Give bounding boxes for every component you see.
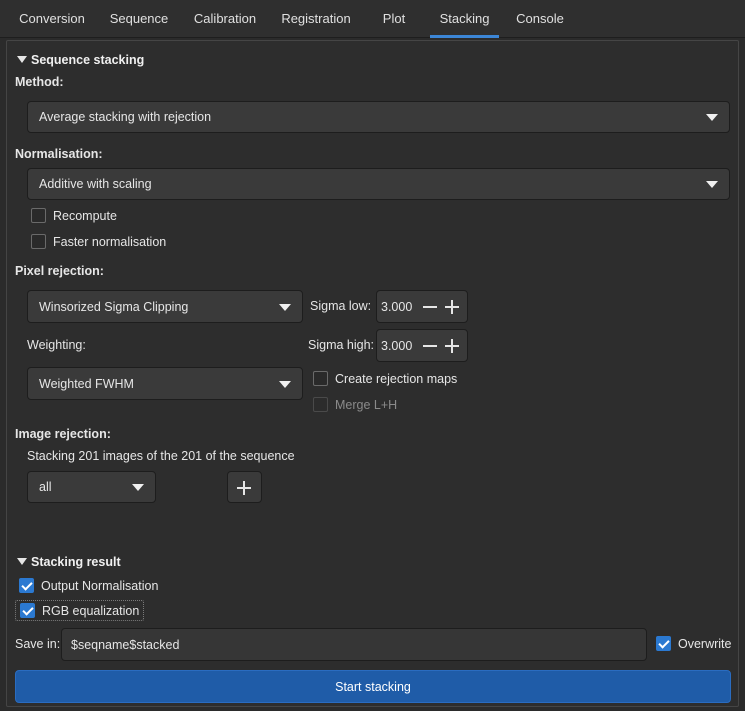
output-normalisation-checkbox[interactable]: Output Normalisation: [19, 578, 158, 593]
minus-icon[interactable]: [419, 293, 441, 321]
rgb-equalization-label: RGB equalization: [42, 603, 140, 618]
checkbox-icon: [31, 234, 46, 249]
faster-normalisation-checkbox[interactable]: Faster normalisation: [31, 234, 166, 249]
weighting-combo[interactable]: Weighted FWHM: [27, 367, 303, 400]
create-rejection-maps-checkbox[interactable]: Create rejection maps: [313, 371, 457, 386]
create-rejection-maps-label: Create rejection maps: [335, 371, 458, 386]
chevron-down-icon: [279, 380, 291, 388]
sigma-high-value[interactable]: 3.000: [377, 339, 419, 353]
checkbox-checked-icon: [20, 603, 35, 618]
method-label: Method:: [15, 75, 64, 89]
overwrite-checkbox[interactable]: Overwrite: [656, 636, 731, 651]
pixel-rejection-label: Pixel rejection:: [15, 264, 104, 278]
save-in-label: Save in:: [15, 637, 61, 651]
checkbox-checked-icon: [656, 636, 671, 651]
checkbox-icon: [31, 208, 46, 223]
rejection-algorithm-combo[interactable]: Winsorized Sigma Clipping: [27, 290, 303, 323]
stacking-result-title: Stacking result: [31, 555, 121, 569]
tab-console[interactable]: Console: [506, 0, 574, 38]
image-rejection-label: Image rejection:: [15, 427, 111, 441]
sigma-low-spinbox[interactable]: 3.000: [376, 290, 468, 323]
merge-lrgb-checkbox: Merge L+H: [313, 397, 397, 412]
chevron-down-icon: [132, 484, 144, 491]
recompute-label: Recompute: [53, 208, 117, 223]
tab-plot[interactable]: Plot: [366, 0, 422, 38]
start-stacking-button[interactable]: Start stacking: [15, 670, 731, 703]
sigma-low-value[interactable]: 3.000: [377, 300, 419, 314]
normalisation-label: Normalisation:: [15, 147, 103, 161]
rgb-equalization-checkbox[interactable]: RGB equalization: [15, 600, 145, 621]
stacking-panel: Sequence stacking Method: Average stacki…: [6, 40, 739, 707]
tab-sequence[interactable]: Sequence: [102, 0, 176, 38]
minus-icon[interactable]: [419, 332, 441, 360]
tab-calibration[interactable]: Calibration: [184, 0, 266, 38]
weighting-label: Weighting:: [27, 338, 86, 352]
chevron-down-icon: [706, 181, 718, 188]
normalisation-combo-value: Additive with scaling: [39, 177, 152, 191]
image-rejection-summary: Stacking 201 images of the 201 of the se…: [27, 449, 295, 463]
save-in-input[interactable]: $seqname$stacked: [61, 628, 647, 661]
tab-bar: Conversion Sequence Calibration Registra…: [0, 0, 745, 38]
overwrite-label: Overwrite: [678, 636, 732, 651]
sequence-stacking-header[interactable]: Sequence stacking: [17, 53, 144, 67]
sigma-high-spinbox[interactable]: 3.000: [376, 329, 468, 362]
checkbox-icon: [313, 371, 328, 386]
sigma-high-label: Sigma high:: [308, 338, 375, 352]
method-combo[interactable]: Average stacking with rejection: [27, 101, 730, 133]
normalisation-combo[interactable]: Additive with scaling: [27, 168, 730, 200]
rejection-algorithm-value: Winsorized Sigma Clipping: [39, 299, 189, 314]
checkbox-icon: [313, 397, 328, 412]
merge-lrgb-label: Merge L+H: [335, 397, 398, 412]
weighting-value: Weighted FWHM: [39, 376, 134, 391]
add-filter-button[interactable]: [227, 471, 262, 503]
output-normalisation-label: Output Normalisation: [41, 578, 159, 593]
collapse-triangle-icon: [17, 56, 27, 63]
plus-icon[interactable]: [441, 293, 463, 321]
plus-icon[interactable]: [441, 332, 463, 360]
faster-normalisation-label: Faster normalisation: [53, 234, 167, 249]
recompute-checkbox[interactable]: Recompute: [31, 208, 117, 223]
plus-icon: [228, 472, 263, 504]
tab-registration[interactable]: Registration: [274, 0, 358, 38]
chevron-down-icon: [279, 303, 291, 311]
sigma-low-label: Sigma low:: [310, 299, 372, 313]
stacking-result-header[interactable]: Stacking result: [17, 555, 121, 569]
method-combo-value: Average stacking with rejection: [39, 110, 212, 124]
checkbox-checked-icon: [19, 578, 34, 593]
chevron-down-icon: [706, 114, 718, 121]
save-in-value: $seqname$stacked: [71, 637, 180, 652]
tab-conversion[interactable]: Conversion: [10, 0, 94, 38]
sequence-stacking-title: Sequence stacking: [31, 53, 145, 67]
image-filter-combo[interactable]: all: [27, 471, 156, 503]
tab-stacking[interactable]: Stacking: [430, 0, 499, 38]
collapse-triangle-icon: [17, 558, 27, 565]
image-filter-value: all: [39, 480, 52, 494]
